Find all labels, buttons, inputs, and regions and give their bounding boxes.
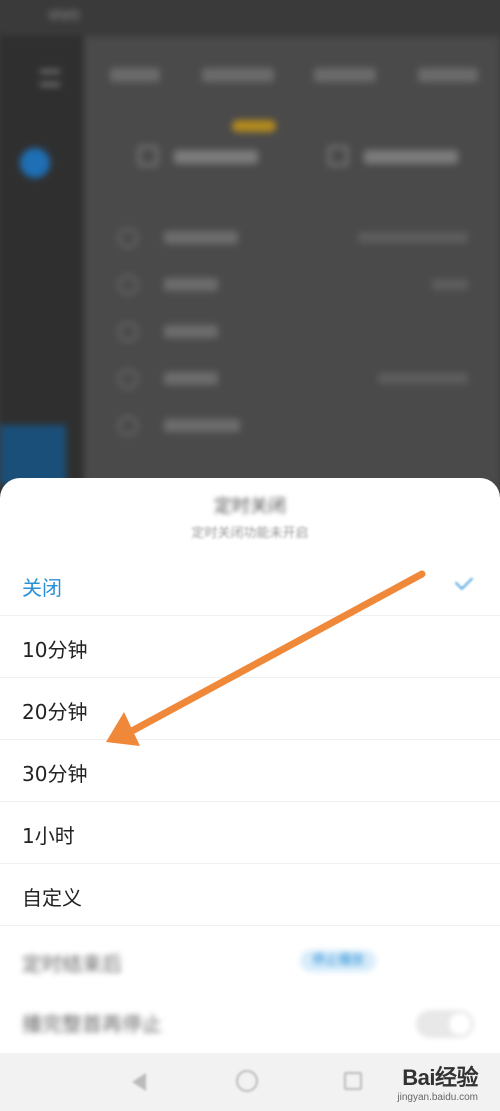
sleep-timer-sheet: 定时关闭 定时关闭功能未开启 关闭 10分钟 20分钟 30分钟 1小时 自定义… bbox=[0, 478, 500, 1053]
background-avatar bbox=[20, 148, 50, 178]
option-off[interactable]: 关闭 bbox=[0, 554, 500, 616]
option-label: 30分钟 bbox=[22, 762, 88, 786]
finish-song-toggle[interactable] bbox=[416, 1010, 474, 1038]
checkmark-icon bbox=[454, 571, 474, 591]
after-end-alt-pill[interactable] bbox=[404, 950, 474, 972]
carrier-label: VIVO bbox=[48, 9, 80, 24]
after-end-row: 定时结束后 停止播放 bbox=[0, 930, 500, 992]
background-tabs bbox=[110, 68, 490, 88]
option-label: 1小时 bbox=[22, 824, 75, 848]
option-20-min[interactable]: 20分钟 bbox=[0, 678, 500, 740]
system-nav-bar: Bai经验 jingyan.baidu.com bbox=[0, 1053, 500, 1111]
background-row bbox=[118, 320, 468, 344]
background-badge bbox=[232, 120, 276, 132]
watermark-url: jingyan.baidu.com bbox=[397, 1092, 478, 1103]
background-row bbox=[118, 226, 468, 250]
option-label: 自定义 bbox=[22, 886, 82, 910]
background-row bbox=[118, 367, 468, 391]
background-row bbox=[118, 414, 468, 438]
background-app: VIVO bbox=[0, 0, 500, 500]
sheet-subtitle: 定时关闭功能未开启 bbox=[191, 526, 309, 541]
toggle-knob bbox=[449, 1013, 471, 1035]
background-row bbox=[118, 273, 468, 297]
option-30-min[interactable]: 30分钟 bbox=[0, 740, 500, 802]
option-label: 10分钟 bbox=[22, 638, 88, 662]
watermark-brand: Bai经验 bbox=[402, 1065, 478, 1090]
option-label: 关闭 bbox=[22, 576, 62, 600]
background-thumbnail bbox=[0, 425, 66, 485]
option-10-min[interactable]: 10分钟 bbox=[0, 616, 500, 678]
stop-playback-pill[interactable]: 停止播放 bbox=[300, 950, 376, 972]
menu-icon bbox=[40, 70, 60, 86]
sheet-title: 定时关闭 bbox=[214, 496, 286, 517]
status-bar: VIVO bbox=[0, 0, 500, 36]
option-custom[interactable]: 自定义 bbox=[0, 864, 500, 926]
finish-song-label: 播完整首再停止 bbox=[22, 1012, 162, 1036]
after-end-label: 定时结束后 bbox=[22, 952, 122, 976]
option-label: 20分钟 bbox=[22, 700, 88, 724]
home-icon[interactable] bbox=[236, 1070, 258, 1092]
watermark-logo: Bai经验 jingyan.baidu.com bbox=[397, 1060, 478, 1103]
recent-apps-icon[interactable] bbox=[344, 1072, 362, 1090]
back-icon[interactable] bbox=[132, 1073, 146, 1091]
option-1-hour[interactable]: 1小时 bbox=[0, 802, 500, 864]
background-panel bbox=[84, 36, 500, 500]
